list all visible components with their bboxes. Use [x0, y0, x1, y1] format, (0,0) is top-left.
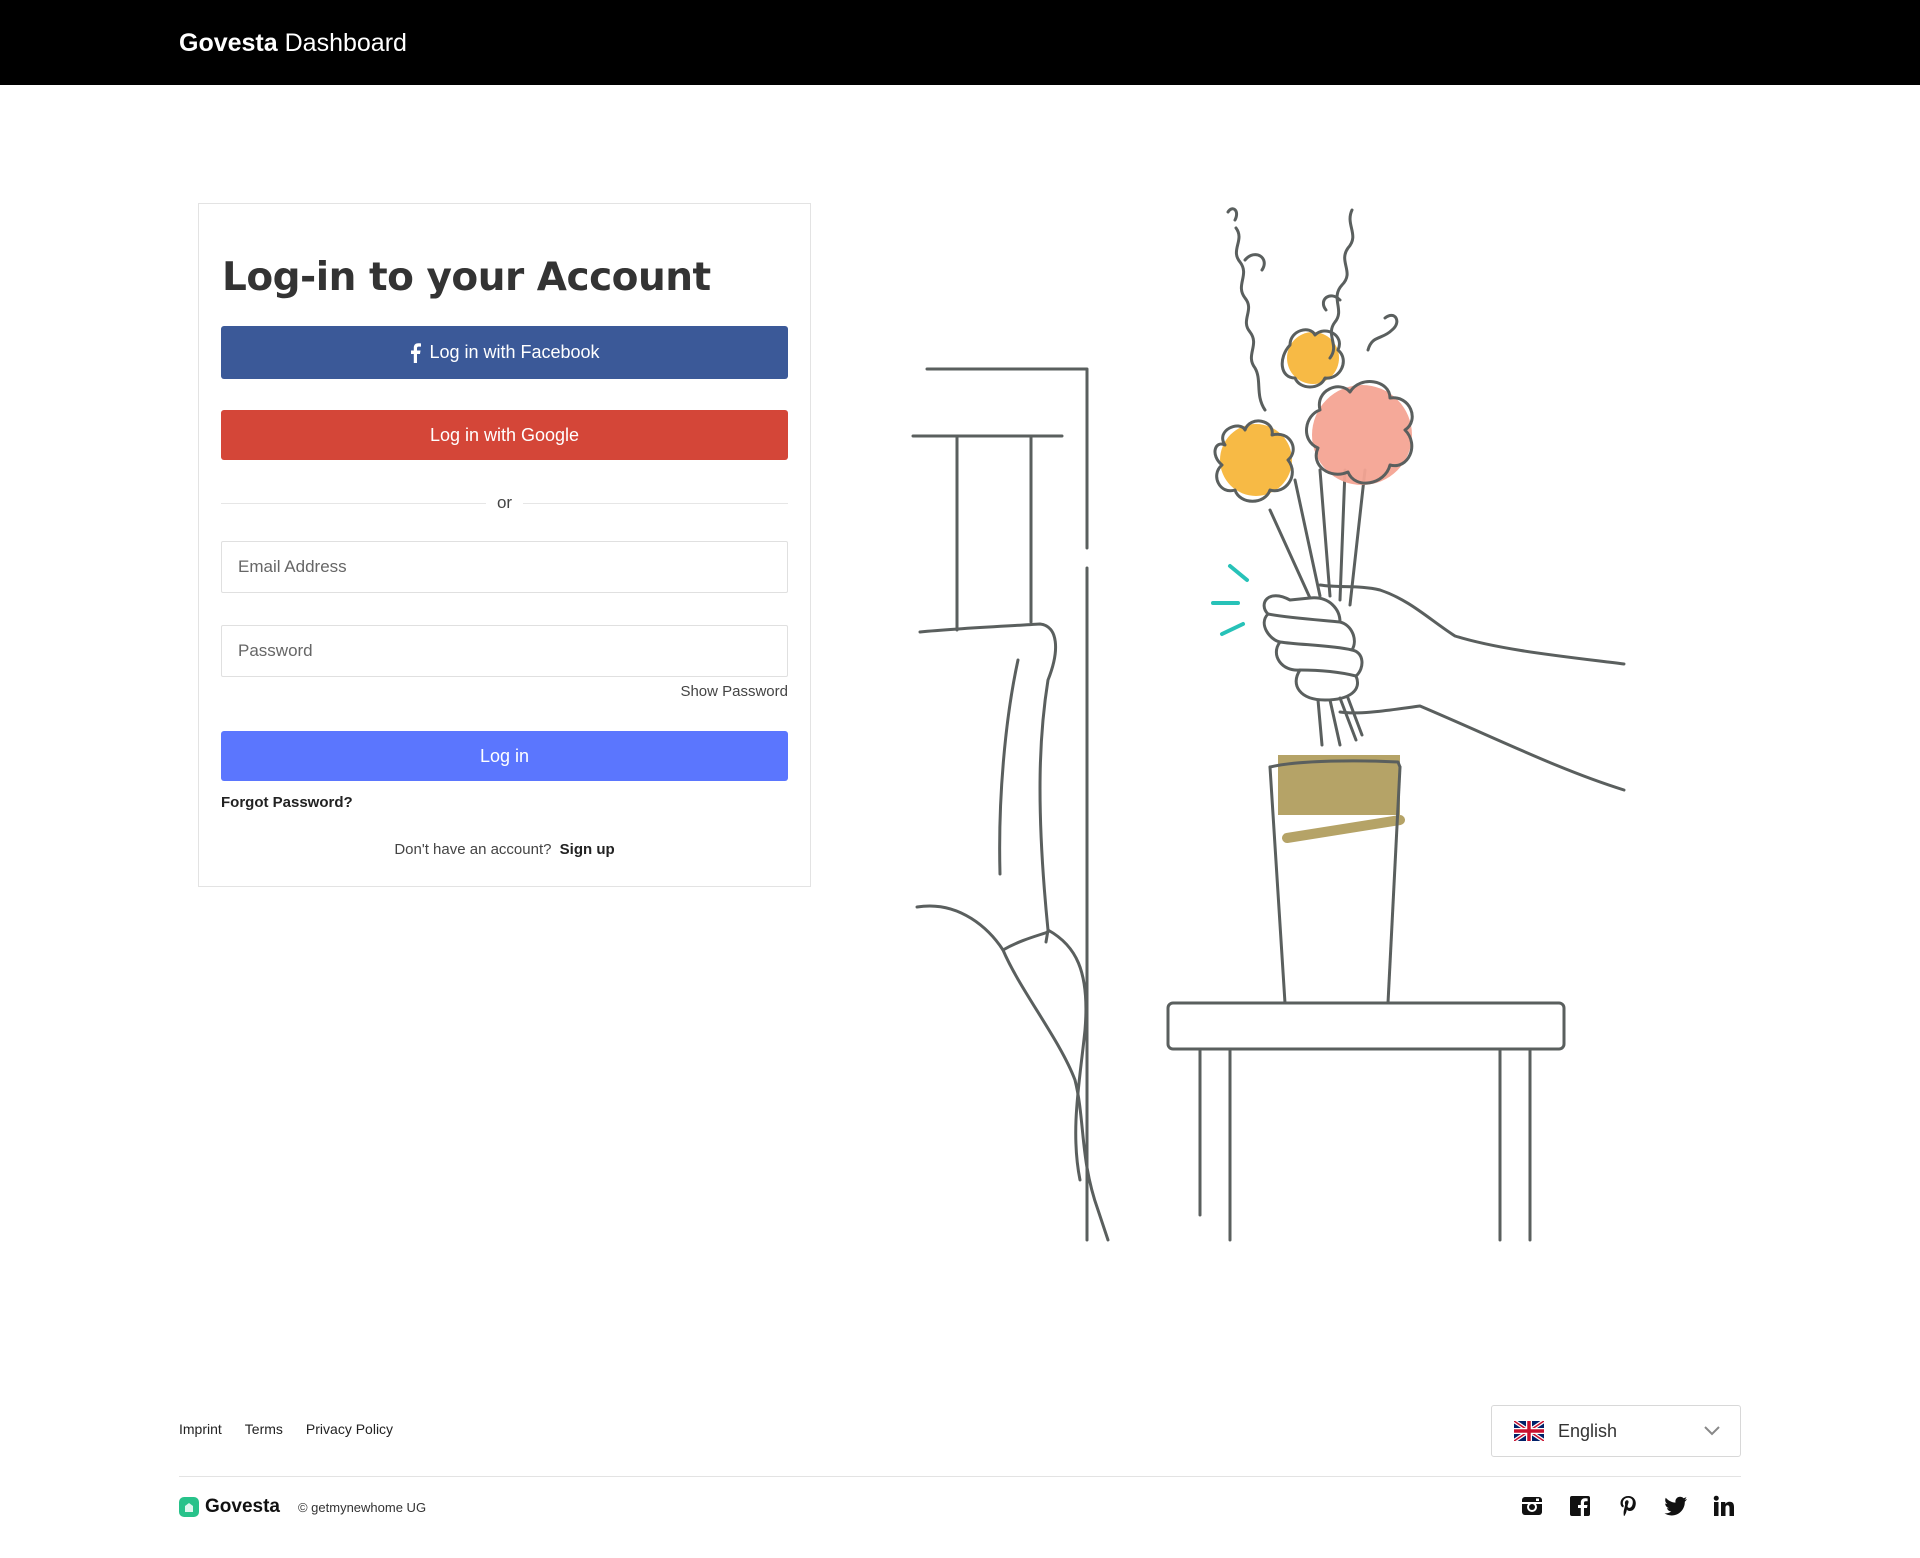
govesta-logo-icon [179, 1497, 199, 1517]
facebook-login-button[interactable]: Log in with Facebook [221, 326, 788, 379]
language-label: English [1558, 1420, 1618, 1441]
login-card: Log-in to your Account Log in with Faceb… [198, 203, 811, 887]
facebook-f-icon [411, 342, 422, 363]
footer-link-imprint[interactable]: Imprint [179, 1419, 222, 1439]
footer-links: Imprint Terms Privacy Policy [179, 1419, 393, 1439]
instagram-link[interactable] [1520, 1494, 1544, 1518]
linkedin-icon [1713, 1495, 1734, 1516]
login-button[interactable]: Log in [221, 731, 788, 781]
email-field[interactable] [221, 541, 788, 593]
instagram-icon [1522, 1497, 1542, 1515]
footer-brand: Govesta © getmynewhome UG [179, 1496, 426, 1518]
uk-flag-icon [1514, 1421, 1544, 1441]
or-divider: or [221, 493, 788, 513]
password-field[interactable] [221, 625, 788, 677]
signup-link[interactable]: Sign up [560, 841, 615, 858]
linkedin-link[interactable] [1712, 1494, 1736, 1518]
no-account-text: Don't have an account? [394, 841, 552, 858]
signup-row: Don't have an account? Sign up [199, 840, 810, 860]
google-login-label: Log in with Google [429, 424, 580, 445]
chevron-down-icon [1704, 1426, 1720, 1436]
brand-suffix: Dashboard [284, 29, 407, 57]
show-password-toggle[interactable]: Show Password [680, 682, 788, 702]
language-select[interactable]: English [1491, 1405, 1741, 1457]
facebook-login-label: Log in with Facebook [429, 342, 600, 362]
google-login-button[interactable]: Log in with Google [221, 410, 788, 460]
login-title: Log-in to your Account [222, 255, 711, 300]
facebook-link[interactable] [1568, 1494, 1592, 1518]
footer-brand-name: Govesta [205, 1496, 280, 1517]
brand-name: Govesta [179, 29, 278, 57]
footer-divider [179, 1476, 1741, 1477]
twitter-icon [1664, 1496, 1687, 1516]
login-button-label: Log in [479, 745, 530, 766]
top-bar: Govesta Dashboard [0, 0, 1920, 85]
footer-link-terms[interactable]: Terms [245, 1419, 283, 1439]
pinterest-link[interactable] [1616, 1494, 1640, 1518]
divider-line-right [523, 503, 788, 504]
app-brand[interactable]: Govesta Dashboard [179, 26, 407, 60]
pinterest-icon [1620, 1496, 1636, 1516]
social-links [1520, 1494, 1736, 1518]
forgot-password-link[interactable]: Forgot Password? [221, 793, 353, 813]
copyright-text: © getmynewhome UG [297, 1499, 427, 1515]
flowers-illustration [911, 207, 1626, 1242]
twitter-link[interactable] [1664, 1494, 1688, 1518]
facebook-icon [1570, 1496, 1590, 1516]
footer-link-privacy[interactable]: Privacy Policy [306, 1419, 393, 1439]
